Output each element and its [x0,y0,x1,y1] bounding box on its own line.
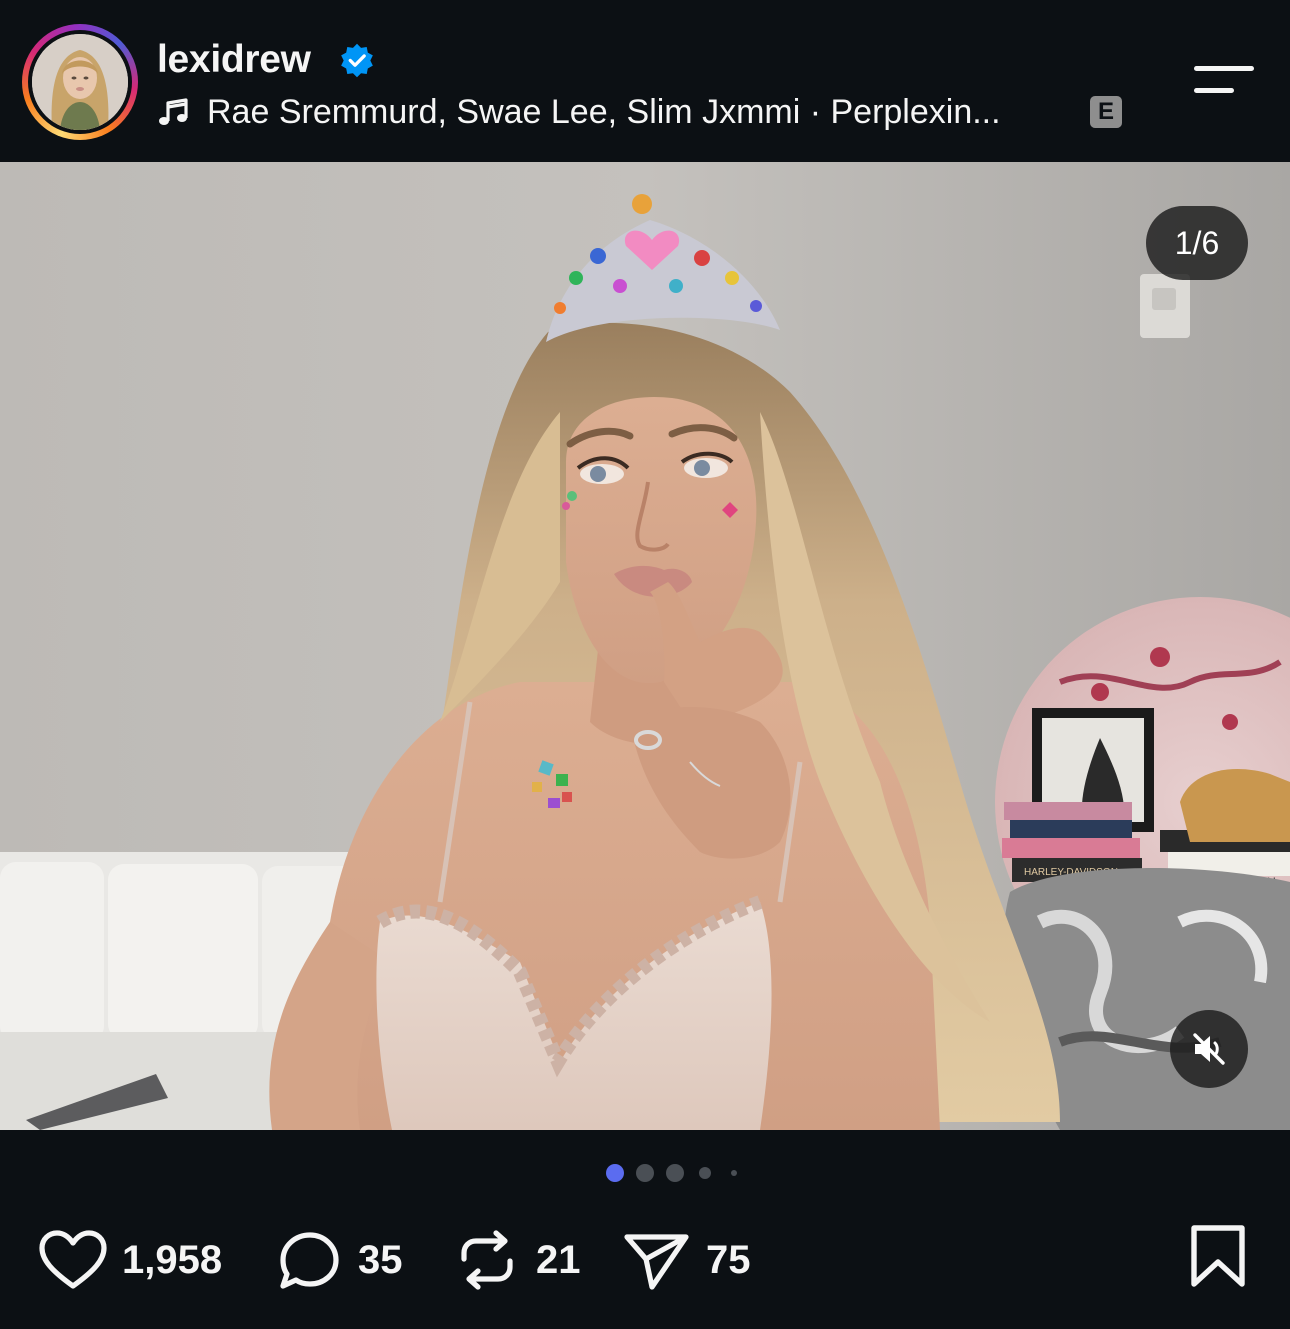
bookmark-icon[interactable] [1188,1224,1248,1288]
menu-icon[interactable] [1190,60,1256,100]
music-note-icon [159,98,188,125]
carousel-dot [731,1170,737,1176]
audio-attribution[interactable]: Rae Sremmurd, Swae Lee, Slim Jxmmi · Per… [157,92,1001,132]
avatar-image [32,34,128,130]
carousel-indicator [0,1164,1290,1184]
carousel-dot [636,1164,654,1182]
send-icon [624,1234,689,1290]
post-header: lexidrew Rae Sremmurd, Swae Lee, Slim Jx… [0,0,1290,162]
mute-toggle-button[interactable] [1170,1010,1248,1088]
carousel-dot-active [606,1164,624,1182]
post-image[interactable]: HARLEY-DAVIDSON RAYGU [0,162,1290,1130]
speaker-muted-icon [1193,1033,1225,1065]
comment-bubble-icon [280,1232,339,1289]
repost-button[interactable]: 21 [452,1210,581,1310]
repost-icon [461,1230,513,1290]
username[interactable]: lexidrew [157,38,311,82]
carousel-dot [666,1164,684,1182]
heart-icon [39,1230,107,1289]
share-button[interactable]: 75 [622,1210,751,1310]
audio-title: Rae Sremmurd, Swae Lee, Slim Jxmmi · Per… [207,92,1001,131]
avatar[interactable] [32,34,128,130]
carousel-dot [699,1167,711,1179]
repost-count: 21 [536,1237,581,1282]
comment-button[interactable]: 35 [276,1210,403,1310]
action-bar: 1,958 35 21 75 [0,1210,1290,1310]
share-count: 75 [706,1237,751,1282]
like-count: 1,958 [122,1237,223,1282]
comment-count: 35 [358,1237,403,1282]
like-button[interactable]: 1,958 [38,1210,222,1310]
story-ring[interactable] [22,24,138,140]
carousel-counter: 1/6 [1146,206,1248,280]
verified-badge-icon [341,43,373,78]
explicit-badge: E [1090,96,1122,128]
photo-illustration: HARLEY-DAVIDSON RAYGU [0,162,1290,1130]
